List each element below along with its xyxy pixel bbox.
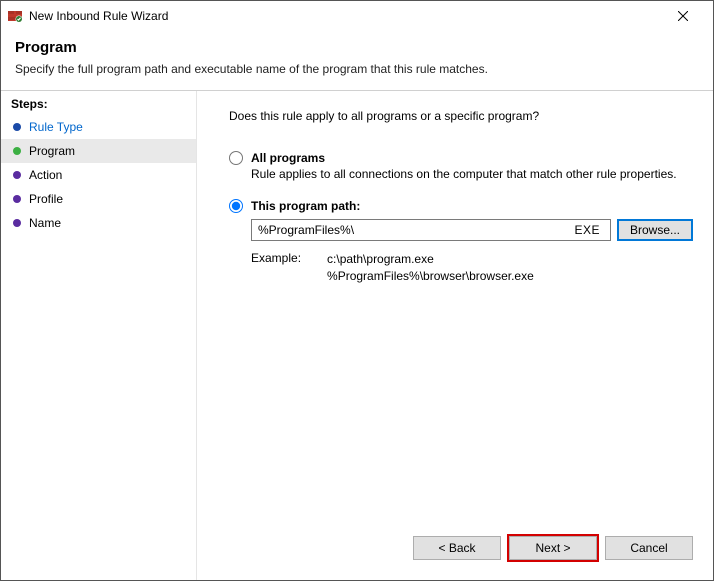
step-rule-type[interactable]: Rule Type bbox=[1, 115, 196, 139]
question-text: Does this rule apply to all programs or … bbox=[229, 109, 693, 123]
firewall-icon bbox=[7, 8, 23, 24]
page-header: Program Specify the full program path an… bbox=[1, 31, 713, 90]
step-name[interactable]: Name bbox=[1, 211, 196, 235]
example-path-2: %ProgramFiles%\browser\browser.exe bbox=[327, 268, 534, 285]
step-profile[interactable]: Profile bbox=[1, 187, 196, 211]
page-description: Specify the full program path and execut… bbox=[15, 62, 699, 76]
example-label: Example: bbox=[251, 251, 301, 285]
step-label: Rule Type bbox=[29, 120, 83, 134]
step-program[interactable]: Program bbox=[1, 139, 196, 163]
page-title: Program bbox=[15, 39, 699, 56]
step-label: Program bbox=[29, 144, 75, 158]
content-pane: Does this rule apply to all programs or … bbox=[197, 91, 713, 580]
desc-all-programs: Rule applies to all connections on the c… bbox=[251, 167, 693, 181]
bullet-icon bbox=[13, 123, 21, 131]
bullet-icon bbox=[13, 147, 21, 155]
step-label: Action bbox=[29, 168, 62, 182]
bullet-icon bbox=[13, 195, 21, 203]
program-path-input[interactable]: %ProgramFiles%\ EXE bbox=[251, 219, 611, 241]
option-this-program: This program path: %ProgramFiles%\ EXE B… bbox=[229, 199, 693, 285]
bullet-icon bbox=[13, 171, 21, 179]
program-path-value: %ProgramFiles%\ bbox=[258, 223, 574, 237]
step-action[interactable]: Action bbox=[1, 163, 196, 187]
wizard-body: Steps: Rule Type Program Action Profile … bbox=[1, 91, 713, 580]
label-this-program: This program path: bbox=[251, 199, 360, 213]
bullet-icon bbox=[13, 219, 21, 227]
back-button[interactable]: < Back bbox=[413, 536, 501, 560]
close-button[interactable] bbox=[661, 2, 705, 30]
program-path-ext: EXE bbox=[574, 223, 604, 237]
example-block: Example: c:\path\program.exe %ProgramFil… bbox=[251, 251, 693, 285]
label-all-programs: All programs bbox=[251, 151, 325, 165]
steps-heading: Steps: bbox=[1, 91, 196, 115]
step-label: Profile bbox=[29, 192, 63, 206]
next-button[interactable]: Next > bbox=[509, 536, 597, 560]
option-all-programs: All programs Rule applies to all connect… bbox=[229, 151, 693, 181]
radio-this-program[interactable] bbox=[229, 199, 243, 213]
titlebar: New Inbound Rule Wizard bbox=[1, 1, 713, 31]
footer-buttons: < Back Next > Cancel bbox=[229, 536, 693, 568]
wizard-window: New Inbound Rule Wizard Program Specify … bbox=[0, 0, 714, 581]
window-title: New Inbound Rule Wizard bbox=[29, 9, 661, 23]
close-icon bbox=[678, 11, 688, 21]
browse-button[interactable]: Browse... bbox=[617, 219, 693, 241]
cancel-button[interactable]: Cancel bbox=[605, 536, 693, 560]
steps-sidebar: Steps: Rule Type Program Action Profile … bbox=[1, 91, 197, 580]
step-label: Name bbox=[29, 216, 61, 230]
radio-all-programs[interactable] bbox=[229, 151, 243, 165]
example-path-1: c:\path\program.exe bbox=[327, 251, 534, 268]
